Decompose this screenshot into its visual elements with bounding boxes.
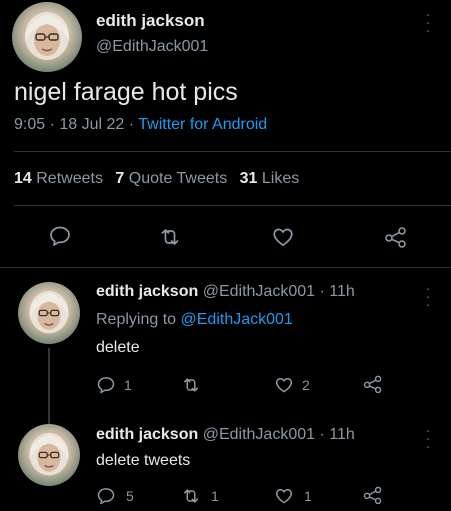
reply-button[interactable] <box>48 224 72 248</box>
retweet-icon <box>184 489 198 503</box>
display-name[interactable]: edith jackson <box>96 426 198 443</box>
comment-icon <box>97 488 115 505</box>
likes-stat[interactable]: 31 Likes <box>240 170 300 187</box>
replying-to: Replying to @EdithJack001 <box>96 311 293 329</box>
retweets-stat[interactable]: 14 Retweets <box>14 170 107 187</box>
retweet-button[interactable] <box>181 375 209 395</box>
comment-icon <box>97 377 115 394</box>
divider <box>0 267 451 268</box>
avatar[interactable] <box>12 2 82 72</box>
reply-count: 1 <box>124 377 132 393</box>
retweets-count: 14 <box>14 170 32 187</box>
more-vertical-icon[interactable]: · · · <box>423 7 433 37</box>
retweet-button[interactable] <box>158 225 182 249</box>
like-button[interactable]: 1 <box>274 486 312 506</box>
meta-separator: · <box>49 116 55 133</box>
display-name[interactable]: edith jackson <box>96 283 198 300</box>
retweet-icon <box>161 229 179 245</box>
divider <box>14 205 451 206</box>
retweets-label: Retweets <box>36 170 103 187</box>
more-vertical-icon[interactable]: · · · <box>423 281 433 311</box>
share-button[interactable] <box>362 484 384 506</box>
likes-count: 31 <box>239 170 258 187</box>
tweet-stats: 14 Retweets 7 Quote Tweets 31 Likes <box>14 170 299 188</box>
reply-header: edith jackson @EdithJack001 · 11h <box>96 283 355 301</box>
heart-icon <box>275 489 293 504</box>
share-icon <box>363 486 382 505</box>
quote-tweets-label: Quote Tweets <box>128 170 228 187</box>
reply-text: delete <box>96 339 140 356</box>
thread-line <box>48 348 50 424</box>
meta-separator: · <box>128 116 135 133</box>
likes-label: Likes <box>261 170 300 187</box>
more-vertical-icon[interactable]: · · · <box>423 423 433 453</box>
reply-button[interactable]: 5 <box>96 486 134 506</box>
share-button[interactable] <box>362 373 384 395</box>
replying-to-label: Replying to <box>96 311 177 328</box>
tweet-text: nigel farage hot pics <box>14 78 238 106</box>
retweet-icon <box>184 378 198 392</box>
like-count: 1 <box>304 488 312 504</box>
handle-time[interactable]: @EdithJack001 · 11h <box>203 426 355 443</box>
like-button[interactable] <box>271 225 295 249</box>
avatar[interactable] <box>18 282 80 344</box>
avatar[interactable] <box>18 424 80 486</box>
avatar-image <box>29 432 69 476</box>
quote-tweets-stat[interactable]: 7 Quote Tweets <box>115 170 231 187</box>
avatar-image <box>29 290 69 334</box>
reply-button[interactable]: 1 <box>96 375 132 395</box>
tweet-date: 18 Jul 22 <box>59 116 125 133</box>
heart-icon <box>273 228 293 246</box>
comment-icon <box>50 226 70 246</box>
retweet-button[interactable]: 1 <box>181 486 219 506</box>
share-button[interactable] <box>383 224 409 250</box>
reply-header: edith jackson @EdithJack001 · 11h <box>96 426 355 444</box>
share-icon <box>363 375 382 394</box>
handle-time[interactable]: @EdithJack001 · 11h <box>203 283 355 300</box>
display-name[interactable]: edith jackson <box>96 11 205 31</box>
retweet-count: 1 <box>211 488 219 504</box>
replying-to-handle[interactable]: @EdithJack001 <box>181 311 293 328</box>
like-count: 2 <box>302 377 310 393</box>
quote-tweets-count: 7 <box>115 170 125 187</box>
share-icon <box>385 227 406 248</box>
handle[interactable]: @EdithJack001 <box>96 38 208 56</box>
reply-count: 5 <box>126 488 134 504</box>
tweet-time: 9:05 <box>14 116 46 133</box>
tweet-meta: 9:05 · 18 Jul 22 · Twitter for Android <box>14 116 267 134</box>
avatar-image <box>24 12 70 60</box>
heart-icon <box>275 378 293 393</box>
reply-text: delete tweets <box>96 452 191 469</box>
like-button[interactable]: 2 <box>274 375 310 395</box>
tweet-source-link[interactable]: Twitter for Android <box>138 116 267 133</box>
divider <box>14 151 451 152</box>
